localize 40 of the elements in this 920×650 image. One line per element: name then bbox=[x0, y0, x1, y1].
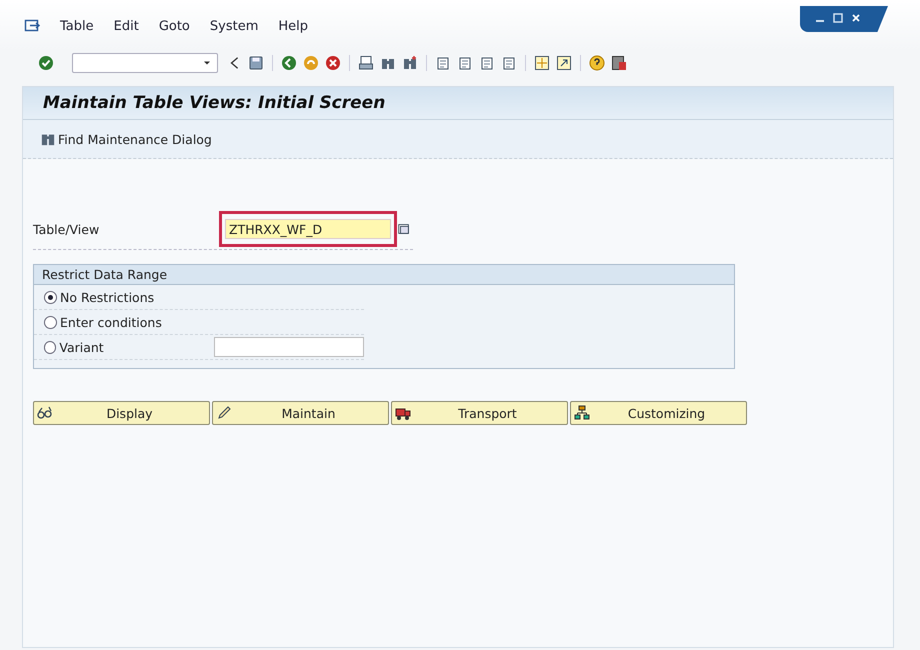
back-icon[interactable] bbox=[281, 55, 297, 71]
help-icon[interactable] bbox=[589, 55, 605, 71]
pencil-icon bbox=[216, 405, 232, 421]
binoculars-plus-icon[interactable] bbox=[402, 55, 418, 71]
action-button[interactable]: Maintain bbox=[212, 401, 389, 425]
glasses-icon bbox=[37, 405, 53, 421]
radio-button[interactable] bbox=[44, 316, 57, 328]
value-help-icon[interactable] bbox=[397, 222, 411, 236]
hierarchy-icon bbox=[574, 405, 590, 421]
group-title: Restrict Data Range bbox=[34, 265, 734, 285]
close-icon[interactable] bbox=[851, 13, 861, 23]
table-view-field[interactable]: ZTHRXX_WF_D bbox=[225, 219, 391, 239]
option-label: No Restrictions bbox=[60, 290, 156, 304]
find-maintenance-dialog-button[interactable]: Find Maintenance Dialog bbox=[39, 130, 214, 148]
variant-field[interactable] bbox=[214, 337, 364, 357]
radio-button[interactable] bbox=[44, 290, 57, 304]
menu-icon[interactable] bbox=[24, 18, 40, 34]
print-icon[interactable] bbox=[358, 55, 374, 71]
maximize-icon[interactable] bbox=[833, 13, 843, 23]
menu-item[interactable]: Edit bbox=[114, 18, 139, 34]
new-window-icon[interactable] bbox=[534, 55, 550, 71]
menu-item[interactable]: Goto bbox=[158, 18, 190, 34]
cancel-icon[interactable] bbox=[325, 55, 341, 71]
screen-title: Maintain Table Views: Initial Screen bbox=[43, 93, 386, 113]
action-button[interactable]: Transport bbox=[391, 401, 568, 425]
layout-icon[interactable] bbox=[611, 55, 627, 71]
radio-button[interactable] bbox=[44, 340, 56, 354]
binoculars-icon bbox=[41, 132, 55, 146]
menu-item[interactable]: System bbox=[210, 18, 258, 34]
command-field[interactable] bbox=[72, 53, 218, 73]
menu-item[interactable]: Table bbox=[60, 18, 94, 34]
option-label: Variant bbox=[59, 340, 105, 354]
field-label: Table/View bbox=[33, 222, 100, 236]
save-icon[interactable] bbox=[248, 55, 264, 71]
action-button[interactable]: Display bbox=[33, 401, 210, 425]
option-label: Enter conditions bbox=[60, 314, 163, 330]
action-button[interactable]: Customizing bbox=[570, 401, 747, 425]
checkmark-icon[interactable] bbox=[38, 55, 54, 71]
shortcut-icon[interactable] bbox=[556, 55, 572, 71]
menu-item[interactable]: Help bbox=[278, 18, 308, 34]
